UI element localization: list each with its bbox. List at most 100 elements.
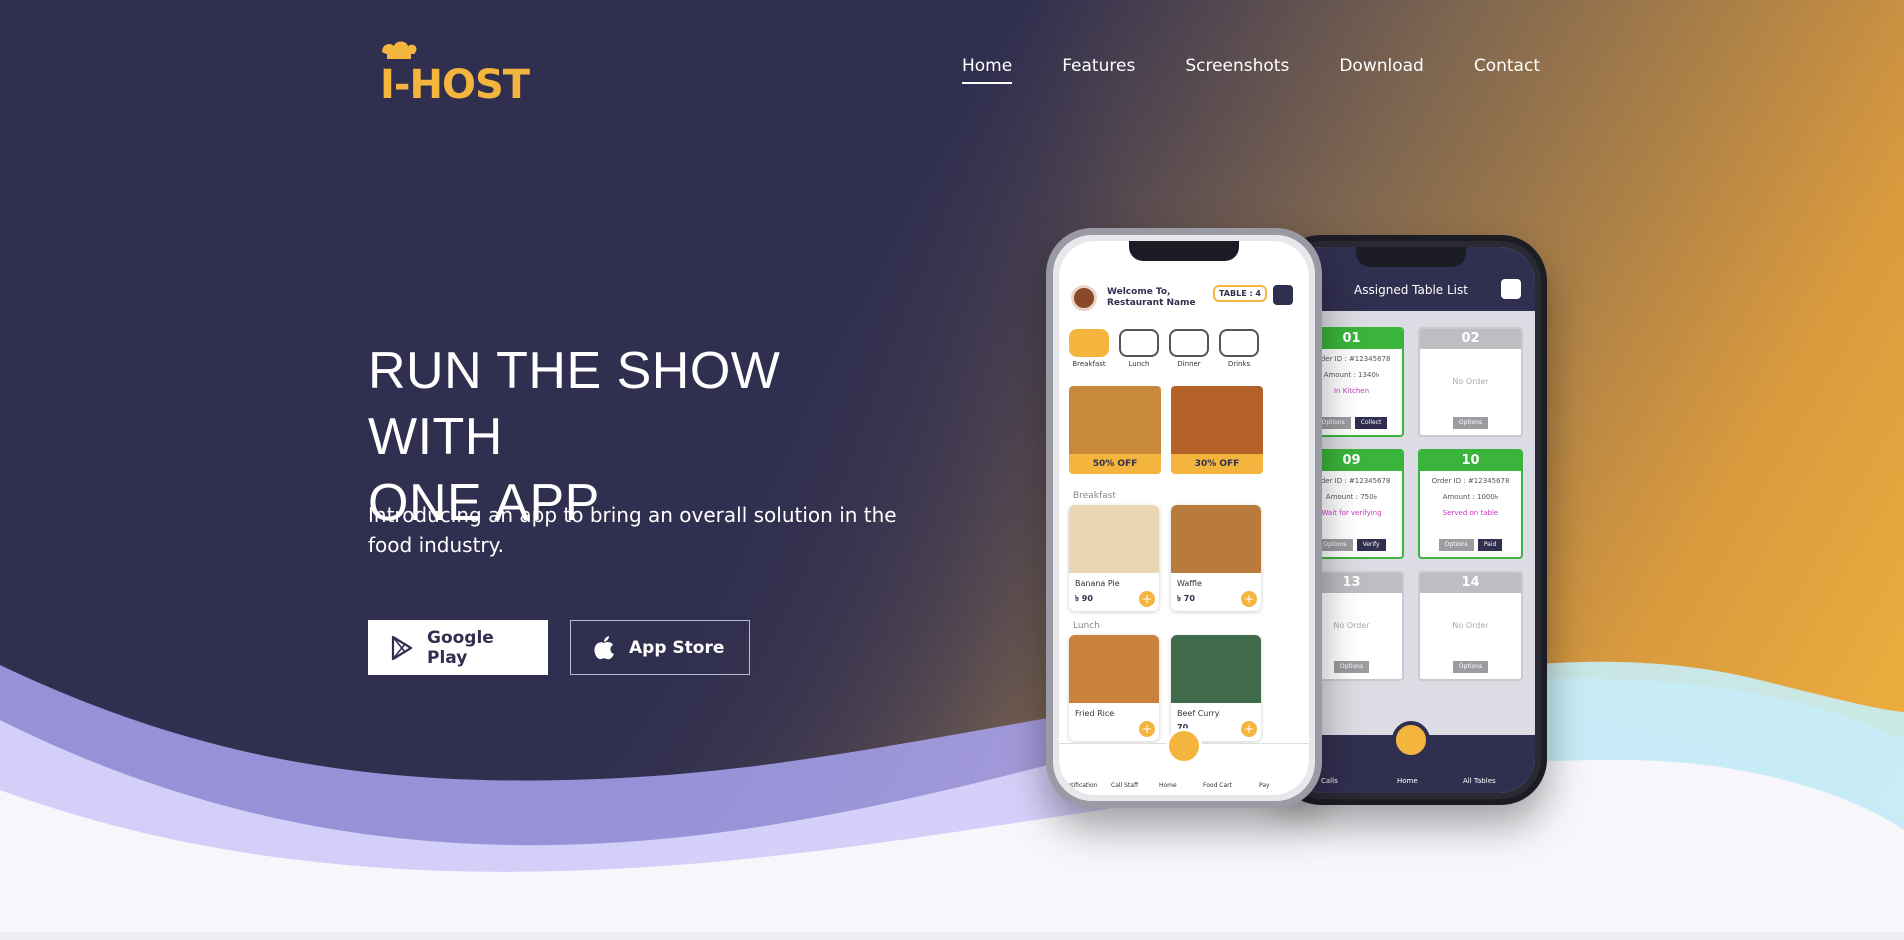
- headline-line-1: RUN THE SHOW WITH: [368, 342, 781, 466]
- nav-features[interactable]: Features: [1062, 56, 1135, 84]
- promo-image: [1171, 386, 1263, 454]
- table-grid: 01 Order ID : #12345678 Amount : 1340৳ In K…: [1299, 327, 1523, 681]
- call-staff-label: Call Staff: [1111, 782, 1139, 789]
- i-host-logo[interactable]: I-HOST: [378, 40, 556, 104]
- nav-download[interactable]: Download: [1339, 56, 1424, 84]
- table-action-button: Options: [1452, 661, 1489, 673]
- home-icon: [1166, 728, 1202, 764]
- welcome-text: Welcome To, Restaurant Name: [1107, 287, 1196, 309]
- menu-item-image: [1069, 505, 1159, 573]
- add-icon: +: [1241, 591, 1257, 607]
- waiter-title: Assigned Table List: [1354, 283, 1468, 297]
- nav-screenshots[interactable]: Screenshots: [1185, 56, 1289, 84]
- apple-icon: [594, 635, 614, 659]
- search-icon: [1273, 285, 1293, 305]
- promo-label: 30% OFF: [1171, 454, 1263, 474]
- logo-text: I-HOST: [380, 62, 531, 104]
- all-tables-label: All Tables: [1463, 777, 1496, 785]
- promo-card: 30% OFF: [1171, 386, 1263, 474]
- add-icon: +: [1241, 721, 1257, 737]
- menu-item-name: Banana Pie: [1075, 579, 1120, 588]
- home-icon: [1392, 721, 1430, 759]
- table-card: 02 No Order Options: [1418, 327, 1523, 437]
- phone-notch: [1129, 241, 1239, 261]
- add-icon: +: [1139, 591, 1155, 607]
- menu-item-row: Banana Pie ৳ 90 + Waffle ৳ 70 +: [1069, 505, 1261, 611]
- table-action-button: Collect: [1354, 417, 1388, 429]
- nav-contact[interactable]: Contact: [1474, 56, 1540, 84]
- table-action-button: Options: [1452, 417, 1489, 429]
- order-id: Order ID : #12345678: [1431, 477, 1510, 485]
- table-actions: Options: [1426, 417, 1515, 429]
- category-icon: [1119, 329, 1159, 357]
- table-action-button: Verify: [1356, 539, 1386, 551]
- category-label: Breakfast: [1072, 360, 1106, 368]
- promo-card: 50% OFF: [1069, 386, 1161, 474]
- category-label: Lunch: [1128, 360, 1150, 368]
- menu-item-image: [1171, 635, 1261, 703]
- menu-item-card: Beef Curry 70 +: [1171, 635, 1261, 741]
- promo-row: 50% OFF 30% OFF: [1069, 386, 1263, 474]
- phone-mockups: Assigned Table List 01 Order ID : #123456…: [1030, 225, 1555, 830]
- waiter-header: Assigned Table List: [1287, 247, 1535, 311]
- menu-item-card: Waffle ৳ 70 +: [1171, 505, 1261, 611]
- promo-image: [1069, 386, 1161, 454]
- nav-home[interactable]: Home: [962, 56, 1013, 84]
- menu-item-name: Waffle: [1177, 579, 1202, 588]
- menu-item-card: Banana Pie ৳ 90 +: [1069, 505, 1159, 611]
- table-action-button: Options: [1438, 539, 1474, 551]
- table-badge: TABLE : 4: [1212, 285, 1267, 302]
- category-label: Drinks: [1227, 360, 1251, 368]
- add-icon: +: [1139, 721, 1155, 737]
- category-breakfast: Breakfast: [1069, 329, 1109, 368]
- order-amount: Amount : 1000৳: [1442, 493, 1499, 501]
- category-label: Dinner: [1177, 360, 1201, 368]
- app-store-button[interactable]: App Store: [570, 620, 750, 675]
- hero-section: I-HOST Home Features Screenshots Downloa…: [0, 0, 1904, 940]
- phone-notch: [1356, 247, 1466, 267]
- promo-label: 50% OFF: [1069, 454, 1161, 474]
- waiter-screen: Assigned Table List 01 Order ID : #123456…: [1287, 247, 1535, 793]
- category-icon: [1069, 329, 1109, 357]
- table-action-button: Options: [1317, 539, 1353, 551]
- menu-item-row: Fried Rice + Beef Curry 70 +: [1069, 635, 1261, 741]
- google-play-button[interactable]: Google Play: [368, 620, 548, 675]
- category-drinks: Drinks: [1219, 329, 1259, 368]
- home-label: Home: [1159, 782, 1177, 789]
- customer-screen: Welcome To, Restaurant Name TABLE : 4 Br…: [1059, 241, 1309, 795]
- menu-item-price: ৳ 90: [1075, 594, 1093, 603]
- welcome-line-1: Welcome To,: [1107, 287, 1171, 297]
- menu-item-name: Fried Rice: [1075, 709, 1115, 718]
- bottom-strip: [0, 932, 1904, 940]
- table-card: 14 No Order Options: [1418, 571, 1523, 681]
- google-play-label: Google Play: [427, 627, 494, 668]
- table-number: 10: [1420, 451, 1521, 471]
- menu-item-name: Beef Curry: [1177, 709, 1220, 718]
- menu-item-card: Fried Rice +: [1069, 635, 1159, 741]
- waiter-footer: Calls Home All Tables: [1287, 721, 1535, 793]
- menu-item-price: ৳ 70: [1177, 594, 1195, 603]
- phone-customer-app: Welcome To, Restaurant Name TABLE : 4 Br…: [1046, 228, 1322, 808]
- menu-item-image: [1069, 635, 1159, 703]
- table-action-button: Options: [1333, 661, 1370, 673]
- table-number: 02: [1420, 329, 1521, 349]
- hero-waves: [0, 661, 1904, 940]
- pay-label: Pay: [1259, 782, 1270, 789]
- category-icon: [1169, 329, 1209, 357]
- section-title: Breakfast: [1073, 491, 1116, 501]
- app-store-label: App Store: [629, 637, 725, 658]
- order-status: Served on table: [1442, 509, 1499, 517]
- welcome-line-2: Restaurant Name: [1107, 298, 1196, 308]
- section-title: Lunch: [1073, 621, 1100, 631]
- menu-item-image: [1171, 505, 1261, 573]
- category-row: Breakfast Lunch Dinner Drinks: [1069, 329, 1259, 368]
- notification-label: Notification: [1063, 782, 1098, 789]
- table-action-button: Paid: [1477, 539, 1503, 551]
- customer-footer: Notification Call Staff Home Food Cart P…: [1059, 728, 1309, 795]
- food-cart-label: Food Cart: [1203, 782, 1232, 789]
- home-label: Home: [1397, 777, 1418, 785]
- bell-icon: [1501, 279, 1521, 299]
- hero-subtext: Introducing an app to bring an overall s…: [368, 503, 897, 557]
- no-order-text: No Order: [1452, 621, 1489, 630]
- table-number: 14: [1420, 573, 1521, 593]
